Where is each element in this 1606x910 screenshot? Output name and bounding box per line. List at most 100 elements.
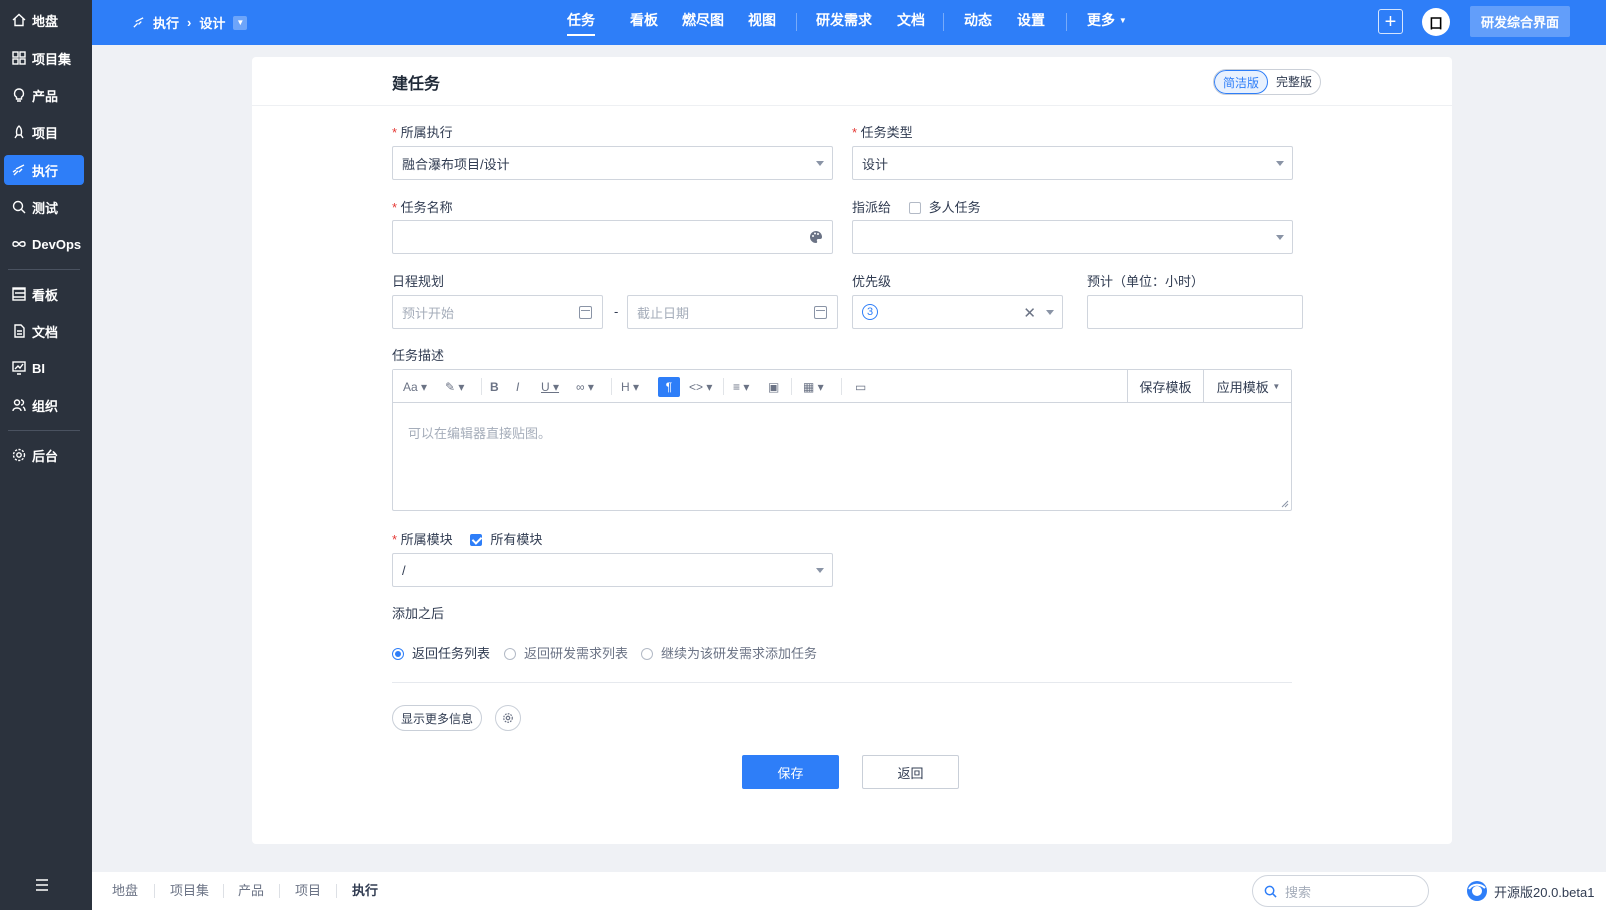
version-text: 开源版20.0.beta1 <box>1494 884 1595 900</box>
sidebar-item-bi[interactable]: BI <box>4 353 84 383</box>
avatar[interactable]: 囗 <box>1422 8 1450 36</box>
settings-gear-button[interactable] <box>495 705 521 731</box>
task-type-label: 任务类型 <box>852 122 913 141</box>
back-button[interactable]: 返回 <box>862 755 959 789</box>
heading-icon[interactable]: H ▾ <box>621 378 639 396</box>
bold-icon[interactable]: B <box>490 378 499 396</box>
nav-divider <box>943 13 944 31</box>
sidebar-item-org[interactable]: 组织 <box>4 390 84 420</box>
footer-divider <box>223 884 224 898</box>
nav-tab-burndown[interactable]: 燃尽图 <box>682 0 724 45</box>
after-add-label: 添加之后 <box>392 606 445 621</box>
save-template-button[interactable]: 保存模板 <box>1127 370 1203 403</box>
chevron-down-icon: ▼ <box>1118 16 1127 25</box>
switch-interface-button[interactable]: 研发综合界面 <box>1470 6 1570 37</box>
sidebar-item-kanban[interactable]: 看板 <box>4 279 84 309</box>
people-icon <box>12 398 26 412</box>
estimate-label: 预计（单位：小时） <box>1087 274 1205 289</box>
priority-label: 优先级 <box>852 274 892 289</box>
start-date-input[interactable]: 预计开始 <box>392 295 603 329</box>
nav-tab-dynamic[interactable]: 动态 <box>964 0 992 45</box>
sidebar-item-project[interactable]: 项目 <box>4 117 84 147</box>
execution-select[interactable]: 融合瀑布项目/设计 <box>392 146 833 180</box>
multi-task-label: 多人任务 <box>928 200 981 215</box>
footer-crumb-execution[interactable]: 执行 <box>352 872 378 910</box>
nav-tab-doc[interactable]: 文档 <box>897 0 925 45</box>
italic-icon[interactable]: I <box>516 378 519 396</box>
nav-tab-story[interactable]: 研发需求 <box>816 0 872 45</box>
underline-icon[interactable]: U ▾ <box>541 378 559 396</box>
paragraph-icon[interactable]: ¶ <box>658 377 680 397</box>
list-icon[interactable]: ≡ ▾ <box>733 378 749 396</box>
sidebar-item-doc[interactable]: 文档 <box>4 316 84 346</box>
nav-tab-task[interactable]: 任务 <box>567 0 595 45</box>
sidebar-item-admin[interactable]: 后台 <box>4 440 84 470</box>
divider <box>252 105 1452 106</box>
save-button[interactable]: 保存 <box>742 755 839 789</box>
multi-task-checkbox[interactable]: 多人任务 <box>908 200 981 215</box>
priority-badge: 3 <box>862 304 878 320</box>
module-select[interactable]: / <box>392 553 833 587</box>
clear-icon[interactable]: ✕ <box>1023 304 1036 322</box>
calendar-icon <box>814 306 827 319</box>
nav-tab-settings[interactable]: 设置 <box>1017 0 1045 45</box>
nav-tab-kanban[interactable]: 看板 <box>630 0 658 45</box>
resize-handle-icon[interactable] <box>1281 500 1289 508</box>
code-icon[interactable]: <> ▾ <box>689 378 712 396</box>
footer-crumb-program[interactable]: 项目集 <box>170 872 209 910</box>
sidebar-item-label: 项目集 <box>32 51 72 67</box>
mode-full-button[interactable]: 完整版 <box>1268 70 1320 94</box>
assign-to-label: 指派给 <box>852 200 892 215</box>
sidebar-item-dashboard[interactable]: 地盘 <box>4 5 84 35</box>
start-date-placeholder: 预计开始 <box>402 305 455 321</box>
doc-icon <box>12 324 26 338</box>
toolbar-divider <box>841 378 842 395</box>
deadline-input[interactable]: 截止日期 <box>627 295 838 329</box>
sidebar-item-program[interactable]: 项目集 <box>4 43 84 73</box>
task-type-value: 设计 <box>862 156 889 172</box>
priority-select[interactable]: 3 ✕ <box>852 295 1063 329</box>
sidebar-item-devops[interactable]: DevOps <box>4 229 84 259</box>
image-icon[interactable]: ▣ <box>768 378 779 396</box>
sidebar-item-product[interactable]: 产品 <box>4 80 84 110</box>
sidebar-item-execution[interactable]: 执行 <box>4 155 84 185</box>
module-row: 所属模块 所有模块 <box>392 529 542 548</box>
apply-template-label: 应用模板 <box>1216 380 1269 395</box>
footer-crumb-product[interactable]: 产品 <box>238 872 264 910</box>
mode-simple-button[interactable]: 简洁版 <box>1214 70 1269 94</box>
infinity-icon <box>12 237 26 251</box>
all-modules-checkbox[interactable]: 所有模块 <box>470 532 542 547</box>
footer-crumb-dashboard[interactable]: 地盘 <box>112 872 138 910</box>
table-icon[interactable]: ▦ ▾ <box>803 378 824 396</box>
task-name-input[interactable] <box>392 220 833 254</box>
after-option-story-list[interactable]: 返回研发需求列表 <box>504 643 628 662</box>
caret-down-icon <box>1276 235 1284 240</box>
collapse-menu-icon[interactable] <box>34 878 50 892</box>
nav-tab-more[interactable]: 更多 ▼ <box>1087 0 1127 45</box>
top-bar: 执行 › 设计 ▼ 任务 看板 燃尽图 视图 研发需求 文档 动态 设置 更多 … <box>92 0 1606 45</box>
kanban-icon <box>12 287 26 301</box>
nav-tab-view[interactable]: 视图 <box>748 0 776 45</box>
footer-search-input[interactable]: 搜索 <box>1252 875 1429 907</box>
text-color-icon[interactable]: ✎ ▾ <box>445 378 464 396</box>
show-more-info-button[interactable]: 显示更多信息 <box>392 705 482 731</box>
description-label: 任务描述 <box>392 348 445 363</box>
apply-template-button[interactable]: 应用模板 ▼ <box>1203 370 1293 403</box>
font-size-icon[interactable]: Aa ▾ <box>403 378 427 396</box>
after-option-task-list[interactable]: 返回任务列表 <box>392 643 490 662</box>
sidebar-item-label: 地盘 <box>32 13 59 29</box>
template-block-icon[interactable]: ▭ <box>855 378 866 396</box>
sidebar-item-test[interactable]: 测试 <box>4 192 84 222</box>
create-task-panel: 建任务 简洁版 完整版 所属执行 融合瀑布项目/设计 任务类型 设计 任务名称 … <box>252 57 1452 844</box>
footer-crumb-project[interactable]: 项目 <box>295 872 321 910</box>
assign-to-select[interactable] <box>852 220 1293 254</box>
estimate-input[interactable] <box>1087 295 1303 329</box>
sidebar-item-label: DevOps <box>32 236 82 252</box>
create-plus-button[interactable]: + <box>1378 9 1403 34</box>
color-palette-icon[interactable] <box>809 230 823 244</box>
after-option-continue[interactable]: 继续为该研发需求添加任务 <box>641 643 817 662</box>
rich-text-editor[interactable]: Aa ▾ ✎ ▾ B I U ▾ ∞ ▾ H ▾ ¶ <> ▾ ≡ ▾ ▣ ▦ … <box>392 369 1292 511</box>
task-type-select[interactable]: 设计 <box>852 146 1293 180</box>
link-icon[interactable]: ∞ ▾ <box>576 378 594 396</box>
radio-icon <box>504 648 516 660</box>
